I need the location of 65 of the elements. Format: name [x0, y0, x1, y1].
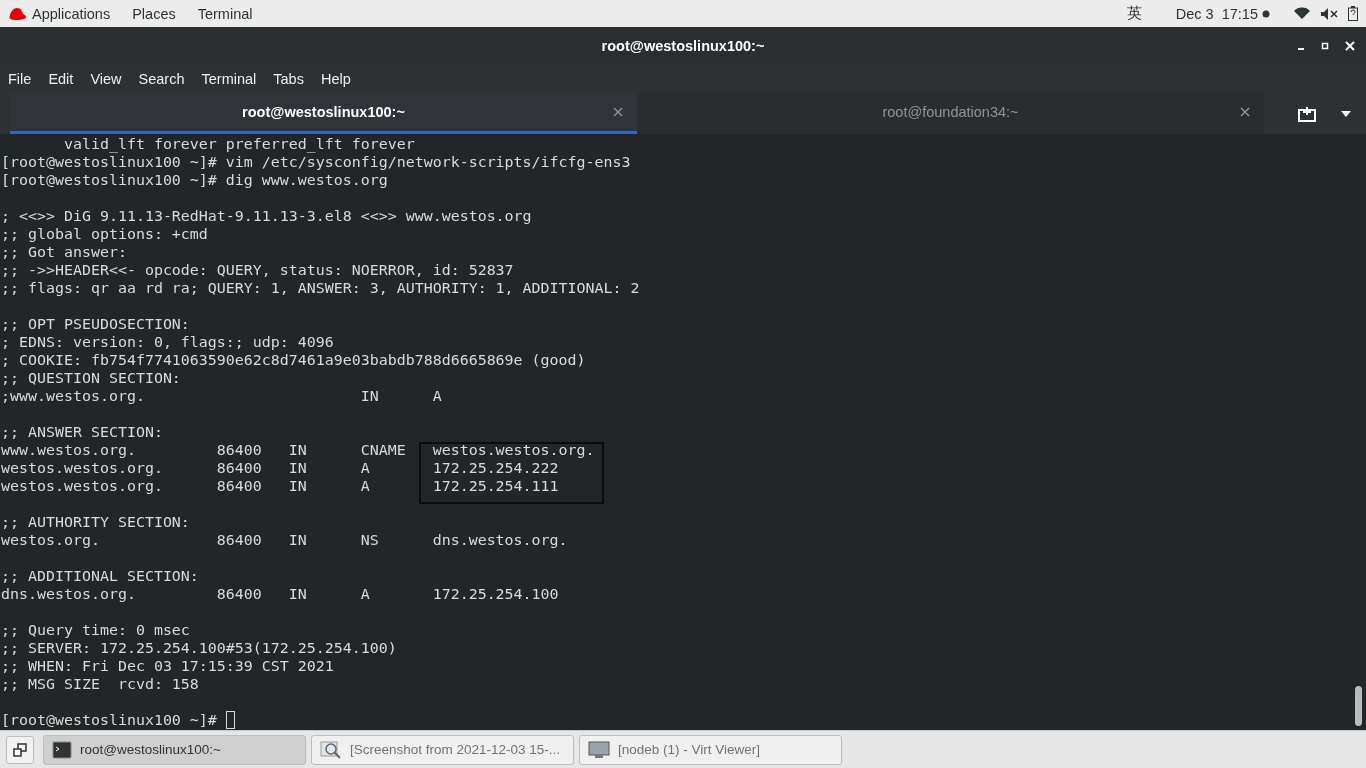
menu-item[interactable]: Terminal: [201, 70, 257, 87]
terminal-line: [root@westoslinux100 ~]# dig www.westos.org: [0, 171, 389, 189]
taskbar-window-button[interactable]: [Screenshot from 2021-12-03 15-...: [311, 734, 574, 765]
terminal-line: ;; SERVER: 172.25.254.100#53(172.25.254.100): [0, 639, 398, 657]
terminal-line: ;; Query time: 0 msec: [0, 621, 191, 639]
monitor-icon: [588, 739, 610, 760]
shell-prompt: [root@westoslinux100 ~]#: [0, 711, 218, 729]
window-title: root@westoslinux100:~: [601, 37, 765, 54]
tab-close-icon[interactable]: [613, 107, 623, 117]
windows-icon: [13, 742, 27, 757]
top-bar-menu[interactable]: Applications: [32, 5, 111, 22]
maximize-icon[interactable]: [1320, 40, 1330, 51]
text-cursor: [225, 711, 235, 729]
top-bar-menu[interactable]: Terminal: [197, 5, 253, 22]
menu-item[interactable]: Edit: [48, 70, 74, 87]
terminal-line: ;; flags: qr aa rd ra; QUERY: 1, ANSWER: 3, AUTHORITY: 1, ADDITIONAL: 2: [0, 279, 641, 297]
terminal-line: ;; AUTHORITY SECTION:: [0, 513, 191, 531]
terminal-line: [root@westoslinux100 ~]# vim /etc/sysconfig/network-scripts/ifcfg-ens3: [0, 153, 632, 171]
terminal-line: westos.westos.org. 86400 IN A 172.25.254.111: [0, 477, 560, 495]
terminal-line: ; <<>> DiG 9.11.13-RedHat-9.11.13-3.el8 <<>> www.westos.org: [0, 207, 533, 225]
dropdown-icon[interactable]: [1340, 109, 1352, 118]
terminal-line: ;; ->>HEADER<<- opcode: QUERY, status: NOERROR, id: 52837: [0, 261, 515, 279]
volume-muted-icon[interactable]: [1320, 6, 1338, 21]
terminal-tab[interactable]: root@foundation34:~: [637, 93, 1264, 134]
window-label: [nodeb (1) - Virt Viewer]: [618, 742, 761, 757]
menu-item[interactable]: View: [90, 70, 122, 87]
terminal-line: ;; Got answer:: [0, 243, 128, 261]
menu-item[interactable]: Tabs: [273, 70, 304, 87]
taskbar-window-button[interactable]: root@westoslinux100:~: [43, 734, 306, 765]
terminal-line: ; COOKIE: fb754f7741063590e62c8d7461a9e03babdb788d6665869e (good): [0, 351, 587, 369]
terminal-line: ;; WHEN: Fri Dec 03 17:15:39 CST 2021: [0, 657, 335, 675]
terminal-tab[interactable]: root@westoslinux100:~: [10, 93, 637, 134]
terminal-line: ;; OPT PSEUDOSECTION:: [0, 315, 191, 333]
menu-item[interactable]: Search: [138, 70, 185, 87]
window-label: [Screenshot from 2021-12-03 15-...: [350, 742, 561, 757]
tab-close-icon[interactable]: [1240, 107, 1250, 117]
scrollbar-thumb[interactable]: [1355, 686, 1362, 726]
terminal-icon: [52, 740, 72, 759]
terminal-line: www.westos.org. 86400 IN CNAME westos.westos.org.: [0, 441, 596, 459]
terminal-line: valid_lft forever preferred_lft forever: [62, 135, 416, 153]
show-desktop-button[interactable]: [6, 735, 34, 764]
new-tab-icon[interactable]: [1298, 105, 1316, 122]
dot-icon: [1262, 9, 1270, 18]
input-method-indicator[interactable]: 英: [1126, 4, 1142, 23]
wifi-icon[interactable]: [1294, 7, 1310, 20]
close-icon[interactable]: [1344, 39, 1356, 52]
magnifier-icon: [320, 739, 342, 760]
taskbar-window-button[interactable]: [nodeb (1) - Virt Viewer]: [579, 734, 842, 765]
menu-item[interactable]: File: [8, 70, 32, 87]
hat-logo-icon[interactable]: [8, 6, 26, 21]
clock[interactable]: Dec 3 17:15: [1175, 5, 1258, 22]
window-label: root@westoslinux100:~: [80, 742, 221, 757]
terminal-line: westos.org. 86400 IN NS dns.westos.org.: [0, 531, 569, 549]
terminal-line: ; EDNS: version: 0, flags:; udp: 4096: [0, 333, 335, 351]
terminal-line: ;; ANSWER SECTION:: [0, 423, 164, 441]
terminal-line: ;www.westos.org. IN A: [0, 387, 443, 405]
terminal-line: ;; MSG SIZE rcvd: 158: [0, 675, 200, 693]
terminal-line: ;; ADDITIONAL SECTION:: [0, 567, 200, 585]
menu-item[interactable]: Help: [320, 70, 351, 87]
terminal-line: ;; global options: +cmd: [0, 225, 209, 243]
terminal-line: ;; QUESTION SECTION:: [0, 369, 182, 387]
terminal-line: westos.westos.org. 86400 IN A 172.25.254.222: [0, 459, 560, 477]
top-bar-menu[interactable]: Places: [132, 5, 176, 22]
battery-icon[interactable]: [1348, 6, 1358, 21]
terminal-line: dns.westos.org. 86400 IN A 172.25.254.100: [0, 585, 560, 603]
